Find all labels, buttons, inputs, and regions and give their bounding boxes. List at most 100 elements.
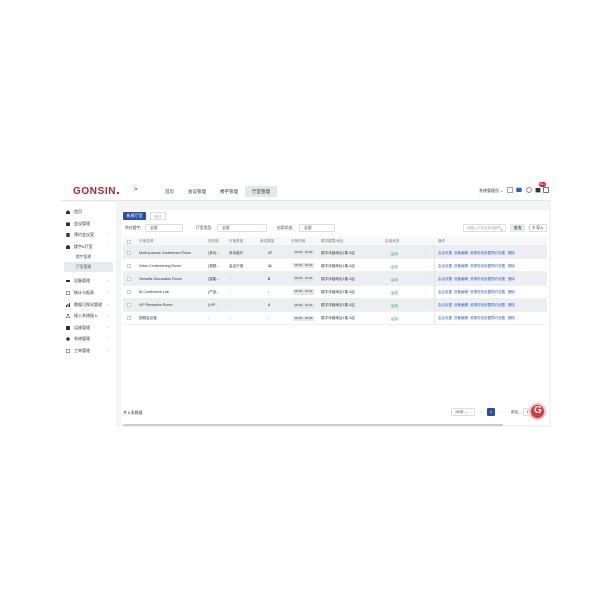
table-row[interactable]: Versatile Discussion Room (智能... - 8 08:00 -… [123,272,547,286]
fullscreen-icon[interactable] [507,187,513,193]
sidebar-item-ops[interactable]: 运维管理 ⌄ [61,322,116,334]
column-divider [434,246,435,260]
row-action-link[interactable]: 预约设置 [491,264,505,269]
status-badge[interactable]: 启用 [391,277,398,282]
row-checkbox[interactable] [127,276,131,281]
notification-icon[interactable] [535,187,541,193]
user-menu[interactable]: 系统管理员 ⌄ [479,188,503,194]
table-row[interactable]: Video Conferencing Room (视频... 会议厅室 11 08:00… [123,259,547,273]
sidebar-subitem-rooms[interactable]: 厅室管理 [64,262,113,273]
tab-buildings[interactable]: 楼宇管理 [213,186,245,197]
message-icon[interactable] [516,187,522,193]
sidebar-item-home[interactable]: 首页 [61,206,116,218]
row-action-link[interactable]: 删除 [508,303,515,308]
row-action-link[interactable]: 删除 [508,264,515,269]
row-action-link[interactable]: 会议设置 [438,277,452,282]
sidebar-item-system[interactable]: 系统管理 ⌄ [61,333,116,345]
chevron-down-icon[interactable]: ⌄ [423,264,426,268]
chevron-down-icon: ⌄ [107,336,110,341]
row-action-link[interactable]: 资源时段设置 [470,290,491,295]
sidebar-item-tickets[interactable]: 工单管理 ⌄ [61,345,116,357]
building-filter-select[interactable]: 全部 ⌄ [145,224,183,232]
settings-icon[interactable] [526,187,532,193]
row-action-link[interactable]: 删除 [508,251,515,256]
assistant-fab-button[interactable]: G [529,403,546,420]
row-action-link[interactable]: 设备编辑 [454,303,468,308]
row-action-link[interactable]: 设备编辑 [454,316,468,321]
select-all-checkbox[interactable] [127,239,131,244]
row-checkbox[interactable] [127,250,131,255]
status-badge[interactable]: 启用 [391,316,398,321]
row-checkbox[interactable] [127,316,131,321]
row-action-link[interactable]: 删除 [508,316,515,321]
row-action-link[interactable]: 资源时段设置 [470,251,491,256]
sidebar-item-booking[interactable]: 预约会议室 ⌄ [61,229,116,241]
row-action-link[interactable]: 设备编辑 [454,290,468,295]
query-button[interactable]: 查询 [510,224,525,232]
tab-meetings[interactable]: 会议管理 [181,186,213,197]
tab-rooms[interactable]: 厅室管理 [245,186,277,197]
row-action-link[interactable]: 会议设置 [438,290,452,295]
row-action-link[interactable]: 会议设置 [438,303,452,308]
row-action-link[interactable]: 预约设置 [491,316,505,321]
status-badge[interactable]: 启用 [391,303,398,308]
brand-logo[interactable]: GONSIN [73,186,120,197]
page-size-select[interactable]: 10/页 ⌄ [451,408,475,416]
add-room-button[interactable]: 新建厅室 [123,212,146,220]
row-action-link[interactable]: 会议设置 [438,316,452,321]
current-page-button[interactable]: 1 [487,408,495,416]
sidebar-item-system-access[interactable]: 接入系统接入 ⌄ [61,310,116,322]
room-address: 楼宇详细地址1楼 A区 [321,276,356,281]
status-filter-select[interactable]: 全部 ⌄ [299,224,335,232]
row-action-link[interactable]: 删除 [508,277,515,282]
row-action-link[interactable]: 资源时段设置 [470,316,491,321]
chevron-down-icon[interactable]: ⌄ [423,290,426,294]
search-input[interactable]: 请输入厅室名称或编号 ⌕ [463,224,506,232]
row-action-link[interactable]: 资源时段设置 [470,303,491,308]
chevron-down-icon[interactable]: ⌄ [423,251,426,255]
collapse-sidebar-icon[interactable]: > [134,187,138,193]
table-row[interactable]: 视频会议室 - - - 08:00 - 22:00 楼宇详细地址1楼 A区 启用 ⌄ 会议设置设… [123,311,547,326]
row-action-link[interactable]: 预约设置 [491,251,505,256]
sidebar-item-building-room[interactable]: 楼宇&厅室 ⌃ [61,241,116,253]
room-name: Video Conferencing Room [139,263,182,268]
prev-page-button[interactable]: < [480,409,482,414]
tab-home[interactable]: 首页 [158,186,181,197]
row-action-link[interactable]: 资源时段设置 [470,277,491,282]
sidebar-item-meetings[interactable]: 会议管理 [61,218,116,230]
table-row[interactable]: Multi-purpose Conference Room (多功... 多功能厅 1… [123,246,547,260]
row-action-link[interactable]: 预约设置 [491,277,505,282]
type-filter-select[interactable]: 全部 ⌄ [217,224,267,232]
room-address: 楼宇详细地址1楼 A区 [321,303,356,308]
chevron-down-icon[interactable]: ⌄ [423,277,426,281]
status-badge[interactable]: 启用 [391,264,398,269]
row-action-link[interactable]: 设备编辑 [454,251,468,256]
status-badge[interactable]: 启用 [391,290,398,295]
row-action-link[interactable]: 会议设置 [438,251,452,256]
next-page-button[interactable]: > [500,409,502,414]
horizontal-scrollbar[interactable] [123,424,503,426]
status-badge[interactable]: 启用 [391,251,398,256]
sidebar-item-reports[interactable]: 统计与报表 ⌄ [61,287,116,299]
chevron-down-icon[interactable]: ⌄ [423,316,426,320]
delete-button[interactable]: 删除 [150,212,166,220]
row-action-link[interactable]: 设备编辑 [454,277,468,282]
row-action-link[interactable]: 会议设置 [438,264,452,269]
row-action-link[interactable]: 设备编辑 [454,264,468,269]
row-checkbox[interactable] [127,303,131,308]
row-action-link[interactable]: 预约设置 [491,290,505,295]
sidebar-item-devices[interactable]: 设备管理 ⌄ [61,275,116,287]
row-action-link[interactable]: 删除 [508,290,515,295]
logout-icon[interactable] [543,187,549,193]
sidebar-subitem-buildings[interactable]: 楼宇管理 [61,252,116,262]
search-icon[interactable]: ⌕ [501,226,503,233]
table-row[interactable]: AI Conference Lab (产品... - - 08:00 - 22:00 楼宇… [123,285,547,299]
chevron-down-icon[interactable]: ⌄ [423,303,426,307]
row-checkbox[interactable] [127,263,131,268]
sidebar-item-visualization[interactable]: 数据可视化管理 ⌄ [61,299,116,311]
row-checkbox[interactable] [127,290,131,295]
row-action-link[interactable]: 资源时段设置 [470,264,491,269]
row-action-link[interactable]: 预约设置 [491,303,505,308]
import-button[interactable]: ⊽ 导入 [529,224,547,232]
table-row[interactable]: VIP Reception Room (VIP... - 4 08:00 - 22:00… [123,298,547,312]
